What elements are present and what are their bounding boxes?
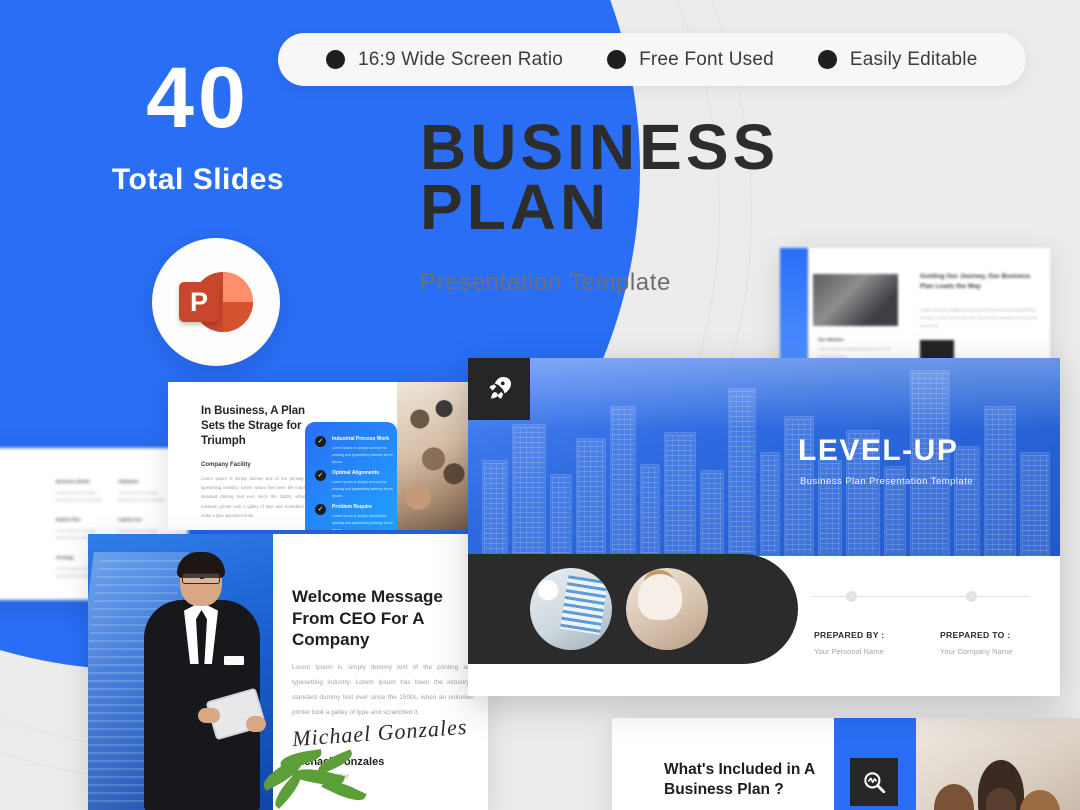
slide-count-label: Total Slides — [111, 163, 285, 196]
prepared-to-value: Your Company Name — [940, 647, 1013, 656]
level-up-title: LEVEL-UP — [798, 434, 959, 467]
top-right-heading: Guiding Our Journey, Our Business Plan L… — [920, 273, 1031, 291]
business-stage-subheading: Company Facility — [201, 462, 251, 468]
slide-preview-top-right[interactable]: Guiding Our Journey, Our Business Plan L… — [780, 248, 1050, 366]
slide-preview-whats-included[interactable]: What's Included in A Business Plan ? — [612, 718, 1080, 810]
check-icon: ✓ — [315, 470, 326, 481]
timeline-dot — [846, 591, 857, 602]
feature-badge-font[interactable]: Free Font Used — [585, 49, 796, 71]
meeting-photo — [916, 718, 1080, 810]
checklist-item-body: Lorem Ipsum is simply dummy the printing… — [332, 446, 393, 464]
photo-pill — [468, 554, 798, 664]
top-right-caption-body: Lorem Ipsum is simply dummy text of the … — [818, 345, 891, 359]
level-up-subtitle: Business Plan Presentation Template — [800, 476, 973, 487]
feature-badge-label: Free Font Used — [639, 48, 774, 70]
writing-photo — [626, 568, 708, 650]
ceo-photo — [88, 534, 273, 810]
magnifier-analytics-icon — [850, 758, 898, 806]
bullet-dot-icon — [817, 50, 837, 69]
slide-preview-level-up[interactable]: LEVEL-UP Business Plan Presentation Temp… — [468, 358, 1060, 696]
check-icon: ✓ — [315, 436, 326, 447]
check-icon: ✓ — [315, 504, 326, 515]
checklist-item-body: Lorem Ipsum is simply dummy the printing… — [332, 480, 393, 498]
top-right-caption-heading: Our Mission — [818, 337, 844, 342]
feature-badge-label: 16:9 Wide Screen Ratio — [358, 48, 564, 70]
checklist-item-title: Optimal Alignments — [332, 470, 380, 476]
sky-gradient — [468, 358, 1060, 430]
checklist-item-title: Industrial Process Work — [332, 436, 390, 442]
powerpoint-letter: P — [179, 282, 219, 322]
poster-canvas: 40 Total Slides P 16:9 Wide Screen Ratio… — [0, 0, 1080, 810]
left-slide-col-body: Lorem Ipsum is simply dummy text of the … — [118, 489, 165, 503]
left-slide-col-body: Lorem Ipsum is simply dummy text of the … — [56, 489, 103, 503]
slide-preview-business-stage[interactable]: In Business, A Plan Sets the Strage for … — [168, 382, 473, 530]
plant-decoration — [250, 740, 380, 810]
prepared-by-label: PREPARED BY : — [814, 630, 885, 640]
ceo-body: Lorem Ipsum is simply dummy text of the … — [292, 664, 474, 717]
feature-badge-ratio[interactable]: 16:9 Wide Screen Ratio — [304, 49, 585, 71]
hero-block: BUSINESS PLAN Presentation Template — [420, 111, 780, 297]
feature-badge-bar: 16:9 Wide Screen Ratio Free Font Used Ea… — [278, 33, 1026, 86]
business-stage-heading: In Business, A Plan Sets the Strage for … — [201, 405, 305, 448]
whats-included-heading: What's Included in A Business Plan ? — [664, 761, 815, 799]
businessman-figure — [136, 552, 268, 810]
top-right-body: Lorem Ipsum is simply dummy text of the … — [920, 307, 1038, 328]
business-stage-body: Lorem Ipsum is simply dummy text of the … — [201, 476, 313, 518]
hero-title-line2: PLAN — [420, 170, 611, 243]
divider-line — [812, 596, 1030, 597]
hero-title-line1: BUSINESS — [420, 111, 780, 183]
checklist-item-body: Lorem Ipsum is simply dummy the printing… — [332, 514, 393, 530]
hero-subtitle: Presentation Template — [420, 269, 671, 297]
left-slide-col-heading: Market Plan — [56, 517, 81, 522]
bullet-dot-icon — [326, 50, 345, 69]
accent-bar — [780, 248, 808, 366]
prepared-by-value: Your Personal Name — [814, 647, 884, 656]
left-slide-col-heading: Business Model — [56, 479, 90, 484]
checklist-card: ✓ Industrial Process Work Lorem Ipsum is… — [305, 422, 397, 530]
powerpoint-badge: P — [152, 238, 280, 366]
team-photo — [813, 274, 898, 326]
ceo-heading: Welcome Message From CEO For A Company — [292, 587, 443, 650]
rocket-icon — [468, 358, 530, 420]
bullet-dot-icon — [607, 50, 627, 69]
left-slide-col-heading: Validation — [118, 479, 139, 484]
desk-photo — [530, 568, 612, 650]
checklist-item-title: Problem Require — [332, 504, 373, 510]
hands-photo — [397, 382, 473, 530]
prepared-to-label: PREPARED TO : — [940, 630, 1011, 640]
feature-badge-label: Easily Editable — [849, 48, 978, 70]
left-slide-col-heading: Capital Use — [118, 517, 142, 522]
cityscape-photo: LEVEL-UP Business Plan Presentation Temp… — [468, 358, 1060, 556]
feature-badge-editable[interactable]: Easily Editable — [796, 49, 1000, 71]
powerpoint-icon: P — [179, 265, 253, 339]
timeline-dot — [966, 591, 977, 602]
